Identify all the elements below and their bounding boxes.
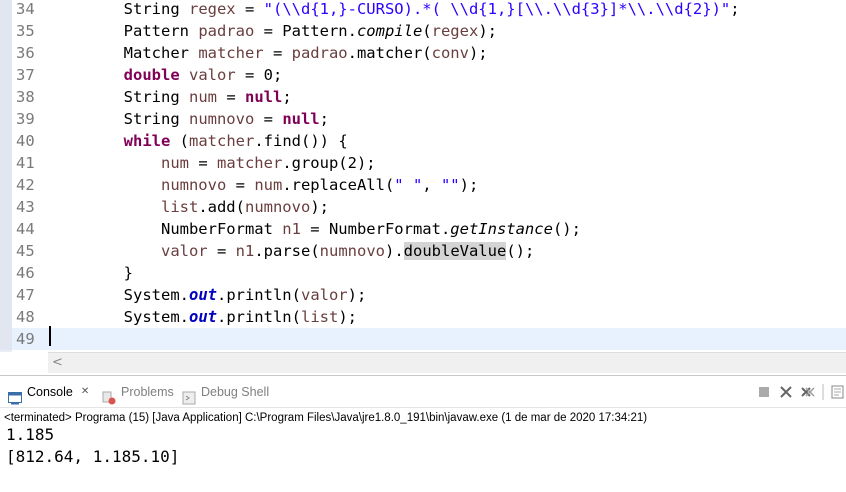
code-line-46: 46 }	[0, 262, 846, 284]
code-line-38: 38 String num = null;	[0, 86, 846, 108]
code-line-34: 34 String regex = "(\\d{1,}-CURSO).*( \\…	[0, 0, 846, 20]
line-marker	[0, 284, 12, 306]
line-marker	[0, 42, 12, 64]
line-number: 39	[16, 110, 35, 128]
code-line-39: 39 String numnovo = null;	[0, 108, 846, 130]
code-line-40: 40 while (matcher.find()) {	[0, 130, 846, 152]
line-number: 46	[16, 264, 35, 282]
code-line-42: 42 numnovo = num.replaceAll(" ", "");	[0, 174, 846, 196]
line-marker	[0, 240, 12, 262]
console-toolbar	[756, 384, 846, 400]
line-number: 34	[16, 0, 35, 18]
tab-problems-label: Problems	[121, 385, 174, 399]
line-marker	[0, 174, 12, 196]
code-line-41: 41 num = matcher.group(2);	[0, 152, 846, 174]
line-marker	[0, 108, 12, 130]
console-view-tabbar: Console ✕ Problems Debug Shell	[0, 375, 846, 410]
code-text: Pattern padrao = Pattern.compile(regex);	[49, 22, 497, 40]
separator	[822, 384, 824, 400]
code-text: System.out.println(valor);	[49, 286, 367, 304]
console-status-line: <terminated> Programa (15) [Java Applica…	[0, 407, 846, 428]
close-icon[interactable]: ✕	[81, 376, 89, 408]
clear-console-icon[interactable]	[830, 384, 846, 400]
line-number: 37	[16, 66, 35, 84]
gutter-bottom	[0, 352, 48, 372]
terminate-icon[interactable]	[756, 384, 772, 400]
line-marker	[0, 130, 12, 152]
code-line-44: 44 NumberFormat n1 = NumberFormat.getIns…	[0, 218, 846, 240]
code-text: NumberFormat n1 = NumberFormat.getInstan…	[49, 220, 581, 238]
line-number: 40	[16, 132, 35, 150]
code-line-47: 47 System.out.println(valor);	[0, 284, 846, 306]
line-marker	[0, 152, 12, 174]
code-line-35: 35 Pattern padrao = Pattern.compile(rege…	[0, 20, 846, 42]
code-text: Matcher matcher = padrao.matcher(conv);	[49, 44, 488, 62]
line-number: 47	[16, 286, 35, 304]
line-number: 49	[16, 330, 35, 348]
code-text: double valor = 0;	[49, 66, 283, 84]
line-number: 44	[16, 220, 35, 238]
code-text: numnovo = num.replaceAll(" ", "");	[160, 176, 479, 194]
line-number: 48	[16, 308, 35, 326]
line-number: 38	[16, 88, 35, 106]
line-marker	[0, 306, 12, 328]
tab-console[interactable]: Console ✕	[8, 376, 89, 408]
code-text: while (matcher.find()) {	[49, 132, 348, 150]
code-line-45: 45 valor = n1.parse(numnovo).doubleValue…	[0, 240, 846, 262]
remove-launch-icon[interactable]	[778, 384, 794, 400]
tab-problems[interactable]: Problems	[102, 376, 174, 408]
line-marker	[0, 20, 12, 42]
code-text: String num = null;	[49, 88, 292, 106]
line-number: 35	[16, 22, 35, 40]
code-line-48: 48 System.out.println(list);	[0, 306, 846, 328]
line-number: 41	[16, 154, 35, 172]
code-text: System.out.println(list);	[49, 308, 357, 326]
code-line-36: 36 Matcher matcher = padrao.matcher(conv…	[0, 42, 846, 64]
console-output-line-1: 1.185	[6, 425, 55, 444]
line-number: 45	[16, 242, 35, 260]
code-line-49: 49	[0, 328, 846, 350]
code-text: }	[49, 264, 133, 282]
remove-all-terminated-icon[interactable]	[800, 384, 816, 400]
text-caret	[49, 326, 51, 346]
code-line-37: 37 double valor = 0;	[0, 64, 846, 86]
console-output-line-2: [812.64, 1.185.10]	[6, 447, 180, 466]
code-editor[interactable]: 34 String regex = "(\\d{1,}-CURSO).*( \\…	[0, 0, 846, 352]
line-marker	[0, 64, 12, 86]
line-number: 42	[16, 176, 35, 194]
code-text: list.add(numnovo);	[160, 198, 329, 216]
line-marker	[0, 262, 12, 284]
debug-shell-icon	[182, 385, 196, 405]
tab-debug-shell-label: Debug Shell	[201, 385, 270, 399]
line-number: 36	[16, 44, 35, 62]
code-text: valor = n1.parse(numnovo).doubleValue();	[160, 242, 535, 260]
line-marker	[0, 218, 12, 240]
code-text: String regex = "(\\d{1,}-CURSO).*( \\d{1…	[49, 0, 740, 18]
code-text: num = matcher.group(2);	[160, 154, 376, 172]
code-line-43: 43 list.add(numnovo);	[0, 196, 846, 218]
line-marker	[0, 196, 12, 218]
line-marker	[0, 328, 12, 350]
problems-icon	[102, 385, 116, 405]
line-marker	[0, 86, 12, 108]
code-text: String numnovo = null;	[49, 110, 329, 128]
console-icon	[8, 385, 22, 405]
line-marker	[0, 0, 12, 20]
horizontal-scrollbar[interactable]: <	[48, 352, 846, 373]
tab-console-label: Console	[27, 385, 73, 399]
tab-debug-shell[interactable]: Debug Shell	[182, 376, 269, 408]
line-number: 43	[16, 198, 35, 216]
scroll-left-icon[interactable]: <	[52, 355, 63, 370]
